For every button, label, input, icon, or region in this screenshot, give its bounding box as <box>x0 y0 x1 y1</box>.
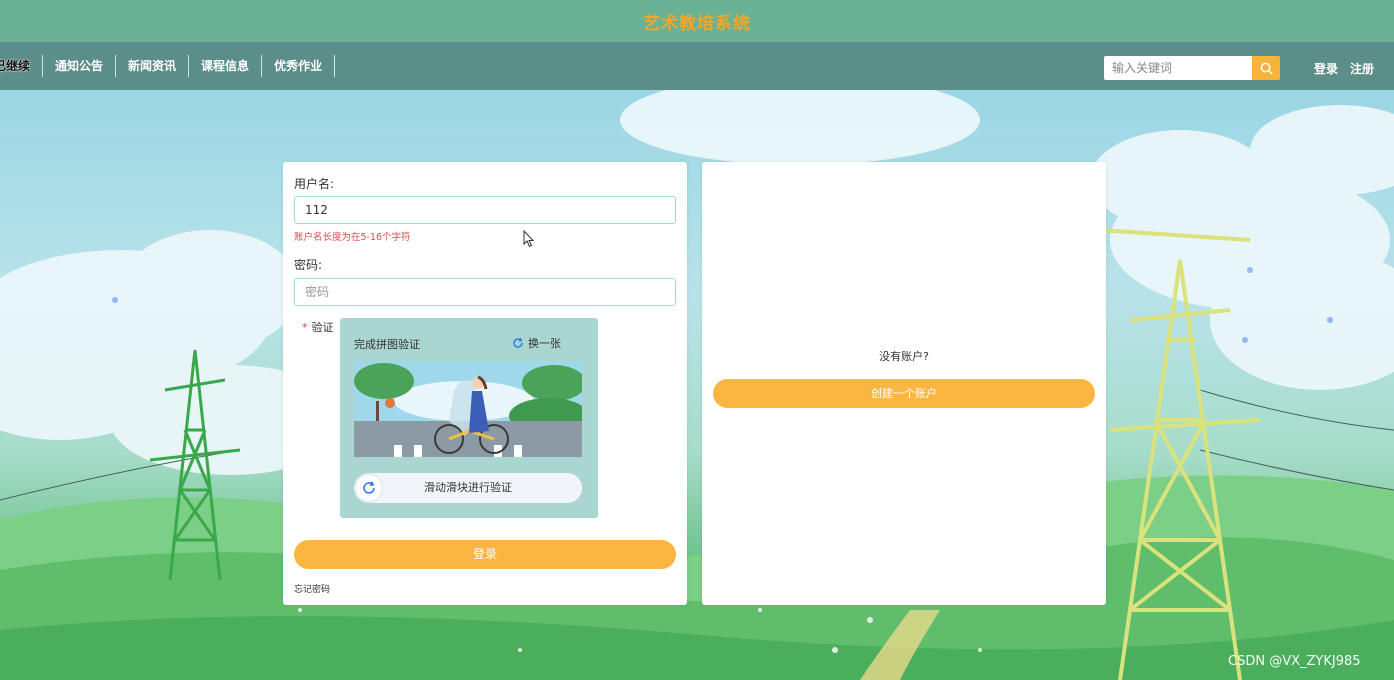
slider-handle[interactable] <box>356 475 382 501</box>
login-panel: 用户名: 账户名长度为在5-16个字符 密码: *验证 完成拼图验证 换一张 <box>283 162 687 605</box>
forgot-password-link[interactable]: 忘记密码 <box>294 582 330 595</box>
captcha-puzzle-image <box>354 361 582 457</box>
nav-item-home[interactable]: 已继续 <box>0 55 44 77</box>
password-input[interactable] <box>294 278 676 306</box>
captcha-title: 完成拼图验证 <box>354 338 420 351</box>
mouse-cursor-icon <box>523 230 535 248</box>
nav-item-courses[interactable]: 课程信息 <box>189 55 263 77</box>
login-button[interactable]: 登录 <box>294 540 676 569</box>
captcha-refresh-button[interactable]: 换一张 <box>512 335 561 351</box>
captcha-label: * 验证 <box>302 319 334 335</box>
nav-item-notices[interactable]: 通知公告 <box>43 55 117 77</box>
nav-bar: 已继续 通知公告 新闻资讯 课程信息 优秀作业 登录 注册 <box>0 42 1394 90</box>
site-title: 艺术教培系统 <box>643 13 751 34</box>
register-panel: 没有账户? 创建一个账户 <box>702 162 1106 605</box>
captcha-box: 完成拼图验证 换一张 滑动滑块进行验证 <box>340 318 598 518</box>
captcha-refresh-label: 换一张 <box>528 337 561 350</box>
username-label: 用户名: <box>294 177 335 191</box>
no-account-text: 没有账户? <box>879 350 929 363</box>
nav-item-homework[interactable]: 优秀作业 <box>262 55 336 77</box>
search-box <box>1104 56 1280 80</box>
refresh-icon <box>363 481 375 494</box>
nav-item-news[interactable]: 新闻资讯 <box>116 55 190 77</box>
auth-links: 登录 注册 <box>1314 60 1374 77</box>
required-mark: * <box>302 321 308 334</box>
search-input[interactable] <box>1104 56 1252 80</box>
watermark: CSDN @VX_ZYKJ985 <box>1228 654 1361 669</box>
username-input[interactable] <box>294 196 676 224</box>
background-illustration <box>0 90 1394 680</box>
slider-text: 滑动滑块进行验证 <box>424 481 512 494</box>
search-icon <box>1260 62 1273 75</box>
username-error: 账户名长度为在5-16个字符 <box>294 232 411 243</box>
create-account-button[interactable]: 创建一个账户 <box>713 379 1095 408</box>
register-link[interactable]: 注册 <box>1350 60 1374 77</box>
refresh-icon <box>513 337 523 348</box>
title-bar: 艺术教培系统 <box>0 0 1394 42</box>
password-label: 密码: <box>294 258 323 272</box>
login-link[interactable]: 登录 <box>1314 60 1338 77</box>
captcha-label-text: 验证 <box>311 321 334 334</box>
search-button[interactable] <box>1252 56 1280 80</box>
captcha-slider[interactable]: 滑动滑块进行验证 <box>354 473 582 503</box>
